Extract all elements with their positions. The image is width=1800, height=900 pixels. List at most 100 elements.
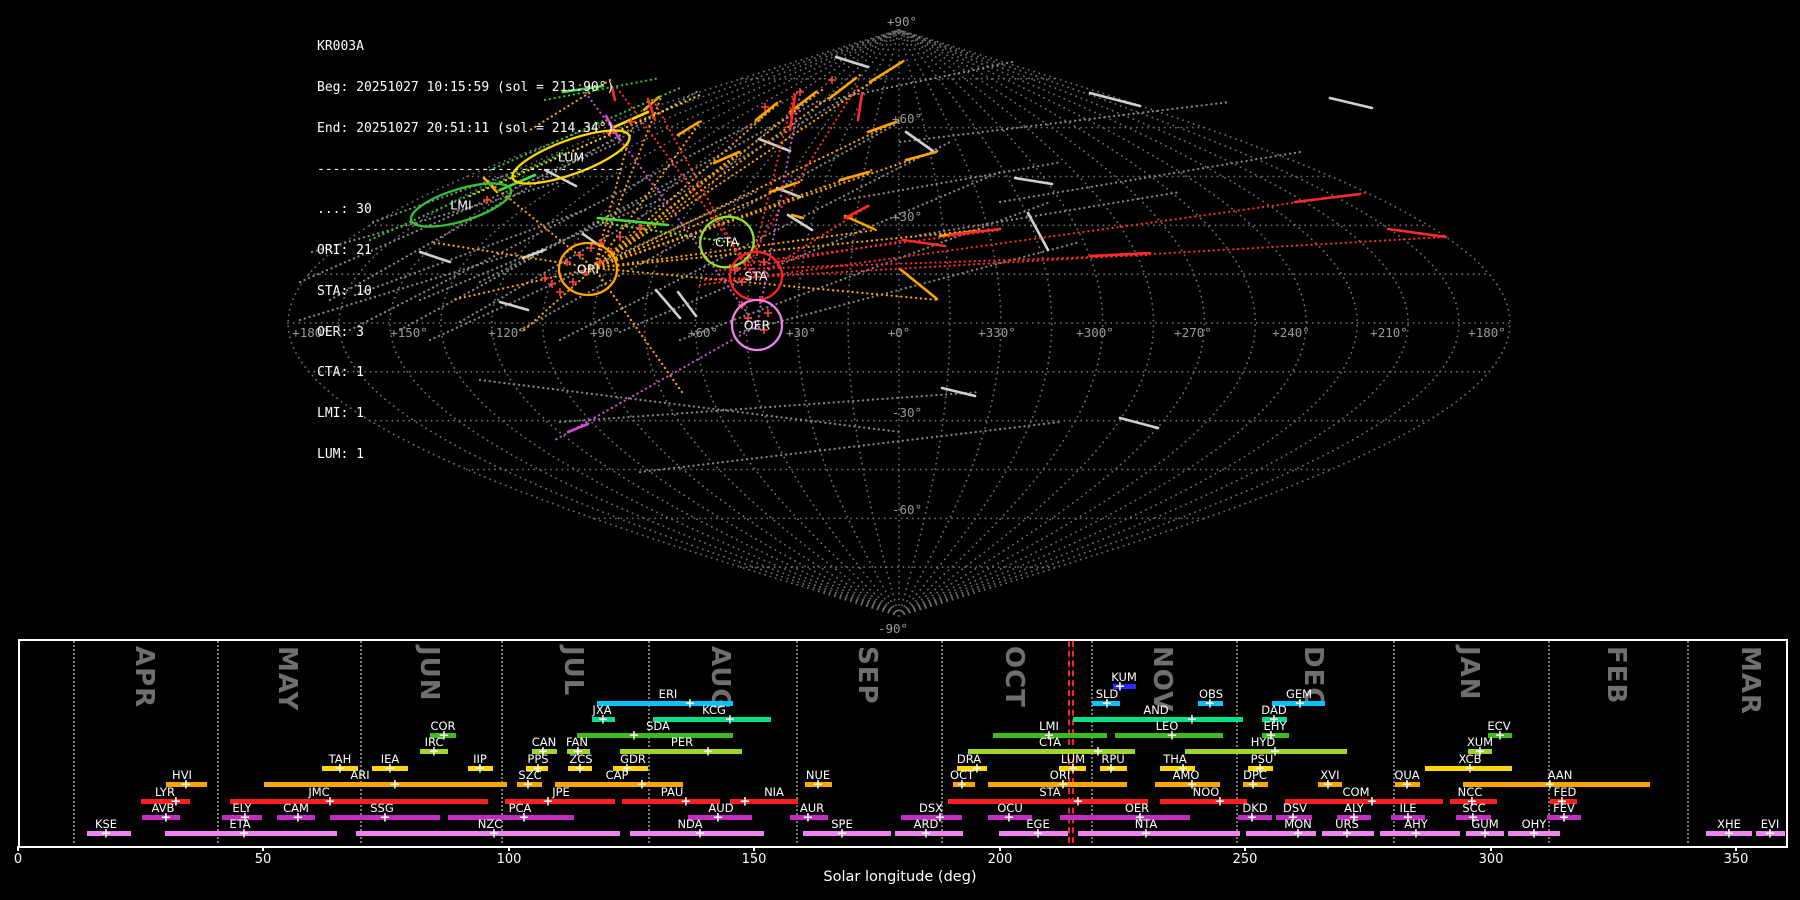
shower-peak-AND: + <box>1186 712 1198 727</box>
shower-peak-IEA: + <box>384 761 396 776</box>
shower-label-CTA: CTA <box>1038 734 1062 749</box>
shower-bar-SDA <box>577 732 733 738</box>
shower-bar-NOO <box>1160 798 1247 804</box>
shower-bar-ETA <box>165 830 337 836</box>
count-sporadic: ...: 30 <box>317 202 372 218</box>
shower-label-COM: COM <box>1342 784 1370 799</box>
month-line-NOV <box>1091 641 1093 843</box>
shower-bar-ARI <box>264 781 507 787</box>
x-tick-200 <box>999 846 1001 851</box>
shower-peak-ZCS: + <box>574 761 586 776</box>
shower-label-STA: STA <box>1039 784 1061 799</box>
begin-time: Beg: 20251027 10:15:59 (sol = 213.90°) <box>317 79 615 95</box>
x-tick-label-200: 200 <box>987 852 1013 867</box>
month-label-JUL: JUL <box>558 646 588 697</box>
shower-label-PER: PER <box>670 734 694 749</box>
month-line-APR <box>73 641 75 843</box>
current-sol-marker-0 <box>1068 641 1070 843</box>
current-sol-marker-1 <box>1072 641 1074 843</box>
lon-label-6-+0°: +0° <box>888 325 911 340</box>
month-label-APR: APR <box>129 646 159 709</box>
month-label-FEB: FEB <box>1601 646 1631 705</box>
shower-peak-AVB: + <box>160 810 172 825</box>
shower-peak-ETA: + <box>238 826 250 841</box>
x-tick-label-50: 50 <box>254 852 272 867</box>
count-oer: OER: 3 <box>317 324 364 340</box>
shower-peak-ARD: + <box>920 826 932 841</box>
month-line-JUL <box>501 641 503 843</box>
shower-label-KCG: KCG <box>702 702 726 717</box>
x-tick-350 <box>1735 846 1737 851</box>
separator-line: --------------------------------------- <box>317 161 623 177</box>
shower-ellipse-label-CTA: CTA <box>715 235 739 250</box>
shower-peak-XHE: + <box>1723 826 1735 841</box>
month-line-DEC <box>1236 641 1238 843</box>
pole-label-top: +90° <box>887 14 917 29</box>
lon-label-10-+240°: +240° <box>1272 325 1310 340</box>
shower-peak-RPU: + <box>1105 761 1117 776</box>
shower-label-CAP: CAP <box>605 767 629 782</box>
month-label-SEP: SEP <box>852 646 882 705</box>
month-line-MAR <box>1687 641 1689 843</box>
x-tick-label-250: 250 <box>1232 852 1258 867</box>
shower-peak-NOO: + <box>1214 794 1226 809</box>
x-tick-label-350: 350 <box>1723 852 1749 867</box>
shower-peak-OHY: + <box>1528 826 1540 841</box>
month-line-JUN <box>360 641 362 843</box>
shower-label-SDA: SDA <box>646 718 670 733</box>
shower-label-NIA: NIA <box>764 784 784 799</box>
lon-label-4-+60°: +60° <box>688 325 718 340</box>
shower-peak-JMC: + <box>324 794 336 809</box>
shower-bar-OER <box>1060 814 1190 820</box>
shower-bar-PCA <box>448 814 574 820</box>
shower-peak-XCB: + <box>1464 761 1476 776</box>
station-id: KR003A <box>317 39 364 55</box>
shower-bar-NTA <box>1078 830 1240 836</box>
shower-peak-ARI: + <box>389 777 401 792</box>
shower-peak-EVI: + <box>1764 826 1776 841</box>
shower-peak-HVI: + <box>180 777 192 792</box>
shower-ellipse-label-OER: OER <box>744 318 771 333</box>
end-time: End: 20251027 20:51:11 (sol = 214.34°) <box>317 120 615 136</box>
x-tick-100 <box>508 846 510 851</box>
shower-peak-SZC: + <box>522 777 534 792</box>
shower-label-AND: AND <box>1143 702 1169 717</box>
shower-peak-NZC: + <box>488 826 500 841</box>
shower-peak-SPE: + <box>836 826 848 841</box>
shower-peak-SLD: + <box>1101 696 1113 711</box>
count-lum: LUM: 1 <box>317 447 364 462</box>
count-sta: STA: 10 <box>317 283 372 299</box>
shower-peak-IIP: + <box>474 761 486 776</box>
x-tick-label-0: 0 <box>13 852 23 867</box>
shower-peak-KSE: + <box>100 826 112 841</box>
shower-peak-QUA: + <box>1401 777 1413 792</box>
shower-peak-GEM: + <box>1294 696 1306 711</box>
shower-bar-KCG <box>653 716 771 722</box>
shower-peak-ERI: + <box>684 696 696 711</box>
lon-label-8-+300°: +300° <box>1076 325 1114 340</box>
lon-label-11-+210°: +210° <box>1370 325 1408 340</box>
lon-label-7-+330°: +330° <box>978 325 1016 340</box>
shower-peak-AHY: + <box>1410 826 1422 841</box>
count-ori: ORI: 21 <box>317 243 372 259</box>
shower-peak-EGE: + <box>1032 826 1044 841</box>
lat-label--30°: -30° <box>892 405 922 420</box>
month-label-MAY: MAY <box>272 646 302 712</box>
shower-peak-PCA: + <box>518 810 530 825</box>
lon-label-9-+270°: +270° <box>1174 325 1212 340</box>
month-label-MAR: MAR <box>1735 646 1765 716</box>
shower-label-ERI: ERI <box>658 686 678 701</box>
shower-peak-AUR: + <box>802 810 814 825</box>
shower-peak-PAU: + <box>680 794 692 809</box>
shower-bar-MON <box>1246 830 1316 836</box>
shower-bar-PAU <box>622 798 720 804</box>
month-label-JUN: JUN <box>414 646 444 702</box>
month-line-AUG <box>648 641 650 843</box>
shower-peak-XVI: + <box>1322 777 1334 792</box>
shower-peak-JXA: + <box>597 712 609 727</box>
shower-peak-AUD: + <box>712 810 724 825</box>
x-tick-250 <box>1244 846 1246 851</box>
lon-label-12-+180°: +180° <box>1468 325 1506 340</box>
x-tick-300 <box>1490 846 1492 851</box>
meteor-station-screen: LUM LMI CTA ORI STA OER +90° -90° +60° +30° -30° -6… <box>0 0 1800 900</box>
